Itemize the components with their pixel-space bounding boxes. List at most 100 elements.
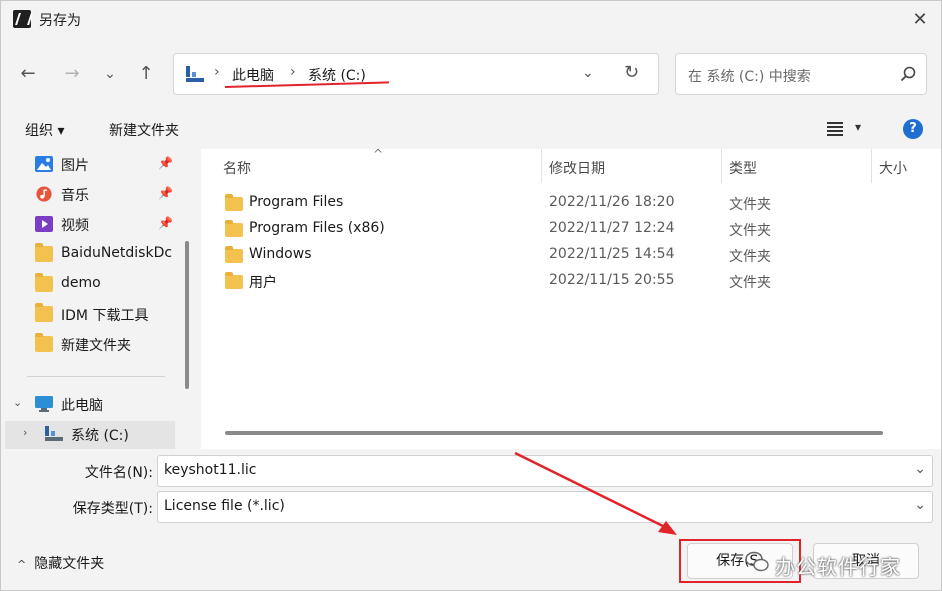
refresh-icon[interactable]: ↻ <box>624 62 639 83</box>
sidebar-item-demo[interactable]: demo <box>1 271 179 299</box>
sidebar-item-label: 系统 (C:) <box>71 428 129 444</box>
organize-button[interactable]: 组织 ▾ <box>25 120 64 140</box>
save-as-dialog: 另存为 ✕ ← → ⌄ ↑ › 此电脑 › 系统 (C:) ⌄ ↻ 在 系统 (… <box>0 0 942 591</box>
chevron-down-icon[interactable]: ⌄ <box>914 497 926 513</box>
sidebar-item-label: IDM 下载工具 <box>61 308 149 324</box>
filename-value: keyshot11.lic <box>164 462 257 478</box>
sidebar-item-new-folder[interactable]: 新建文件夹 <box>1 331 179 359</box>
folder-icon <box>35 333 53 352</box>
search-box[interactable]: 在 系统 (C:) 中搜索 <box>675 53 927 95</box>
filetype-value: License file (*.lic) <box>164 498 285 514</box>
command-bar: 组织 ▾ 新建文件夹 ▾ ? <box>1 111 941 149</box>
file-date: 2022/11/15 20:55 <box>549 272 675 288</box>
filename-input[interactable]: keyshot11.lic ⌄ <box>157 455 933 487</box>
column-header-type[interactable]: 类型 <box>729 158 757 178</box>
breadcrumb-separator: › <box>214 64 220 80</box>
file-row[interactable]: Program Files (x86) 2022/11/27 12:24 文件夹 <box>221 217 921 243</box>
file-list: ^ 名称 修改日期 类型 大小 Program Files 2022/11/26… <box>201 147 941 449</box>
music-icon <box>36 186 52 202</box>
folder-icon <box>225 220 243 237</box>
view-list-icon[interactable] <box>827 122 843 136</box>
sidebar-item-label: 音乐 <box>61 188 89 204</box>
breadcrumb-separator: › <box>290 64 296 80</box>
file-row[interactable]: Program Files 2022/11/26 18:20 文件夹 <box>221 191 921 217</box>
sidebar-item-pictures[interactable]: 图片 📌 <box>1 151 179 179</box>
address-bar[interactable]: › 此电脑 › 系统 (C:) ⌄ ↻ <box>173 53 659 95</box>
sidebar-item-label: BaiduNetdiskDc <box>61 245 173 261</box>
pin-icon: 📌 <box>158 156 173 170</box>
sidebar-scrollbar[interactable] <box>185 241 189 389</box>
breadcrumb-this-pc[interactable]: 此电脑 <box>232 65 274 85</box>
filetype-select[interactable]: License file (*.lic) ⌄ <box>157 491 933 523</box>
sidebar-item-label: 此电脑 <box>61 398 103 414</box>
wechat-icon <box>745 551 769 572</box>
pane-divider <box>27 376 165 377</box>
column-header-size[interactable]: 大小 <box>879 158 907 178</box>
recent-locations-button[interactable]: ⌄ <box>99 63 121 85</box>
sidebar-item-baidunetdisk[interactable]: BaiduNetdiskDc <box>1 241 179 269</box>
file-row[interactable]: Windows 2022/11/25 14:54 文件夹 <box>221 243 921 269</box>
sidebar-item-this-pc[interactable]: ⌄ 此电脑 <box>1 391 179 419</box>
search-placeholder: 在 系统 (C:) 中搜索 <box>688 69 811 85</box>
this-pc-icon <box>186 66 204 82</box>
file-type: 文件夹 <box>729 197 771 213</box>
new-folder-button[interactable]: 新建文件夹 <box>109 120 179 140</box>
dialog-title: 另存为 <box>39 13 81 29</box>
folder-icon <box>35 273 53 292</box>
drive-icon <box>45 426 63 441</box>
file-name: 用户 <box>249 275 277 291</box>
sidebar-item-label: 新建文件夹 <box>61 338 131 354</box>
sidebar-item-drive-c[interactable]: › 系统 (C:) <box>5 421 175 449</box>
folder-icon <box>225 194 243 211</box>
file-date: 2022/11/27 12:24 <box>549 220 675 236</box>
chevron-down-icon[interactable]: ⌄ <box>914 461 926 477</box>
sidebar-item-music[interactable]: 音乐 📌 <box>1 181 179 209</box>
up-button[interactable]: ↑ <box>135 63 157 85</box>
monitor-icon <box>35 396 53 412</box>
view-options-dropdown[interactable]: ▾ <box>855 120 861 134</box>
file-type: 文件夹 <box>729 275 771 291</box>
folder-icon <box>35 303 53 322</box>
chevron-up-icon: ^ <box>17 558 27 571</box>
file-name: Program Files (x86) <box>249 220 385 236</box>
app-icon <box>13 10 31 28</box>
save-options-form: 文件名(N): keyshot11.lic ⌄ 保存类型(T): License… <box>1 449 941 529</box>
pin-icon: 📌 <box>158 216 173 230</box>
filename-label: 文件名(N): <box>84 465 153 481</box>
search-icon <box>900 66 916 82</box>
pictures-icon <box>35 156 53 172</box>
file-type: 文件夹 <box>729 223 771 239</box>
column-divider[interactable] <box>871 149 872 183</box>
sidebar-item-label: demo <box>61 275 101 291</box>
column-header-name[interactable]: 名称 <box>223 158 251 178</box>
chevron-right-icon[interactable]: › <box>23 426 27 439</box>
watermark-text: 办公软件行家 <box>775 555 901 579</box>
sidebar-item-label: 视频 <box>61 218 89 234</box>
navigation-pane: 图片 📌 音乐 📌 视频 📌 BaiduNetdiskDc demo IDM 下… <box>1 149 197 449</box>
back-button[interactable]: ← <box>17 63 39 85</box>
title-bar: 另存为 ✕ <box>1 1 941 39</box>
video-icon <box>35 216 53 232</box>
folder-icon <box>225 246 243 263</box>
horizontal-scrollbar[interactable] <box>225 431 883 435</box>
column-divider[interactable] <box>541 149 542 183</box>
pin-icon: 📌 <box>158 186 173 200</box>
sidebar-item-videos[interactable]: 视频 📌 <box>1 211 179 239</box>
file-date: 2022/11/26 18:20 <box>549 194 675 210</box>
file-row[interactable]: 用户 2022/11/15 20:55 文件夹 <box>221 269 921 295</box>
column-header-date[interactable]: 修改日期 <box>549 158 605 178</box>
hide-folders-label: 隐藏文件夹 <box>34 556 105 572</box>
help-icon[interactable]: ? <box>903 119 923 139</box>
chevron-down-icon[interactable]: ⌄ <box>13 396 22 409</box>
sort-ascending-icon: ^ <box>373 147 384 161</box>
sidebar-item-label: 图片 <box>61 158 89 174</box>
sidebar-item-idm[interactable]: IDM 下载工具 <box>1 301 179 329</box>
address-dropdown-icon[interactable]: ⌄ <box>582 65 594 81</box>
file-name: Windows <box>249 246 312 262</box>
file-name: Program Files <box>249 194 344 210</box>
hide-folders-toggle[interactable]: ^ 隐藏文件夹 <box>17 553 104 573</box>
column-divider[interactable] <box>721 149 722 183</box>
dialog-footer: ^ 隐藏文件夹 保存(S) 取消 办公软件行家 <box>1 529 941 590</box>
close-button[interactable]: ✕ <box>907 7 933 33</box>
forward-button[interactable]: → <box>61 63 83 85</box>
